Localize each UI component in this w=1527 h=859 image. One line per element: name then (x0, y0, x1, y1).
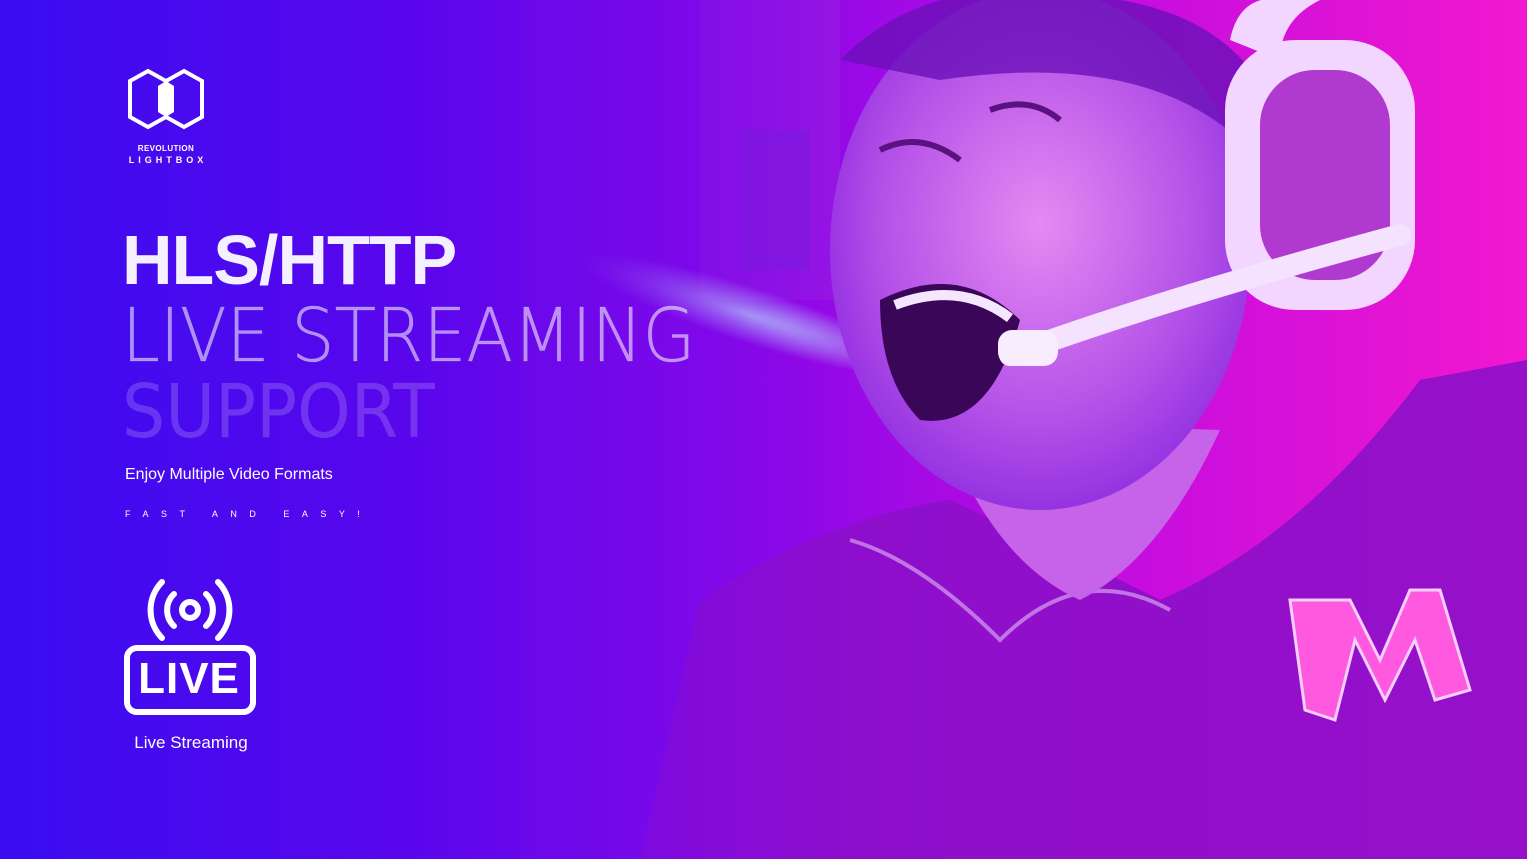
hexagon-logo-icon (128, 68, 204, 130)
headline-line-2: LIVE STREAMING (122, 293, 696, 379)
live-streaming-feature[interactable]: LIVE (122, 578, 260, 718)
brand-name-bottom: LIGHTBOX (128, 155, 208, 165)
headline-line-1: HLS/HTTP (122, 221, 457, 299)
hero-tagline: FAST AND EASY! (125, 509, 373, 519)
live-streaming-label: Live Streaming (134, 733, 248, 752)
hero-subtitle: Enjoy Multiple Video Formats (125, 466, 333, 483)
brand-name-top: REVOLUTION (137, 144, 195, 153)
headline-line-3: SUPPORT (122, 369, 435, 455)
hero-headline: HLS/HTTP LIVE STREAMING SUPPORT (122, 222, 745, 450)
brand-logo[interactable]: REVOLUTION LIGHTBOX (120, 68, 212, 165)
live-badge-text: LIVE (138, 654, 240, 703)
